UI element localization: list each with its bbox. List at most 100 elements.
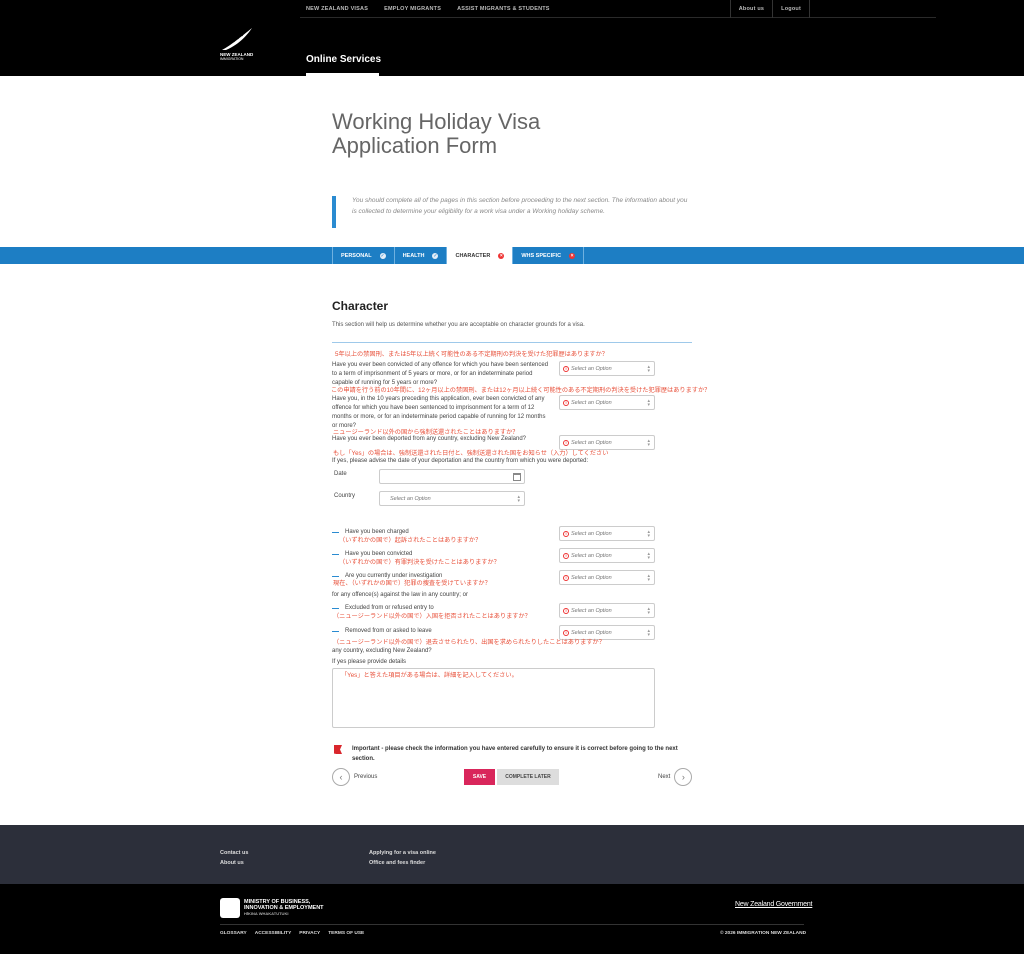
details-annotation: 「Yes」と答えた項目がある場合は、詳細を記入してください。 [341,672,518,679]
chevron-left-icon: ‹ [332,768,350,786]
dash-bullet [332,607,339,609]
footer-glossary[interactable]: GLOSSARY [220,931,247,936]
updown-arrow-icon: ▴ ▾ [647,551,650,561]
section-title: Character [332,299,389,313]
warning-icon: ! [563,365,569,372]
updown-arrow-icon: ▴ ▾ [647,606,650,616]
nz-government-logo[interactable]: New Zealand Government [735,901,813,908]
q2-annotation: この申請を行う前の10年間に、12ヶ月以上の禁固刑、または12ヶ月以上続く可能性… [331,387,711,394]
mbie-logo[interactable]: MINISTRY OF BUSINESS, INNOVATION & EMPLO… [220,898,324,918]
previous-button[interactable]: ‹ Previous [332,768,377,786]
deportation-date-input[interactable] [379,469,525,484]
nav-assist-migrants[interactable]: ASSIST MIGRANTS & STUDENTS [457,6,550,12]
q1-select[interactable]: ! Select an Option ▴ ▾ [559,361,655,376]
top-nav: NEW ZEALAND VISAS EMPLOY MIGRANTS ASSIST… [300,0,936,18]
date-label: Date [334,471,347,477]
footer-applying-online[interactable]: Applying for a visa online [369,850,436,856]
q2-select[interactable]: ! Select an Option ▴ ▾ [559,395,655,410]
footer-terms[interactable]: TERMS OF USE [328,931,364,936]
excluded-select[interactable]: ! Select an Option ▴ ▾ [559,603,655,618]
updown-arrow-icon: ▴ ▾ [517,494,520,504]
online-services-underline [306,73,379,76]
warning-icon: ! [563,530,569,537]
updown-arrow-icon: ▴ ▾ [647,438,650,448]
important-notice: Important - please check the information… [352,746,678,762]
details-label: If yes please provide details [332,659,407,665]
charged-annotation: （いずれかの国で）起訴されたことはありますか？ [339,537,482,544]
section-description: This section will help us determine whet… [332,322,585,328]
q3-follow-text: If yes, please advise the date of your d… [332,458,589,464]
site-header: NEW ZEALAND VISAS EMPLOY MIGRANTS ASSIST… [0,0,1024,76]
q1-annotation: 5年以上の禁固刑、または5年以上続く可能性のある不定期刑の判決を受けた犯罪歴はあ… [335,351,608,358]
excluded-annotation: （ニュージーランド以外の国で）入国を拒否されたことはありますか？ [333,613,531,620]
calendar-icon[interactable] [513,473,521,481]
footer-accessibility[interactable]: ACCESSIBILITY [255,931,292,936]
updown-arrow-icon: ▴ ▾ [647,628,650,638]
any-country-text: any country, excluding New Zealand? [332,648,432,654]
tab-health[interactable]: HEALTH ✓ [393,247,447,264]
chevron-right-icon: › [674,768,693,786]
error-icon: × [498,252,505,259]
complete-later-button[interactable]: COMPLETE LATER [497,769,559,785]
tab-personal[interactable]: PERSONAL ✓ [332,247,394,264]
dash-bullet [332,630,339,632]
excluded-label: Excluded from or refused entry to [332,605,434,611]
warning-icon: ! [563,399,569,406]
footer-office-fees[interactable]: Office and fees finder [369,860,425,866]
nav-logout[interactable]: Logout [772,0,810,18]
tab-character[interactable]: CHARACTER × [446,247,513,264]
q1-text: Have you ever been convicted of any offe… [332,362,549,386]
investigation-annotation: 現在、（いずれかの国で）犯罪の捜査を受けていますか？ [333,580,491,587]
q3-text: Have you ever been deported from any cou… [332,436,527,442]
footer-bottom [0,884,1024,954]
for-any-offence-text: for any offence(s) against the law in an… [332,592,468,598]
section-divider [332,342,692,343]
dash-bullet [332,531,339,533]
deportation-country-select[interactable]: Select an Option ▴ ▾ [379,491,525,506]
nav-about-us[interactable]: About us [729,0,772,18]
investigation-label: Are you currently under investigation [332,573,442,579]
page-title: Working Holiday Visa Application Form [332,109,541,158]
check-icon: ✓ [432,252,439,259]
convicted-label: Have you been convicted [332,551,412,557]
intro-text: You should complete all of the pages in … [332,196,692,228]
nav-employ-migrants[interactable]: EMPLOY MIGRANTS [384,6,441,12]
updown-arrow-icon: ▴ ▾ [647,529,650,539]
charged-label: Have you been charged [332,529,409,535]
warning-icon: ! [563,607,569,614]
footer-contact-us[interactable]: Contact us [220,850,248,856]
updown-arrow-icon: ▴ ▾ [647,573,650,583]
q2-text: Have you, in the 10 years preceding this… [332,396,546,429]
footer-divider [220,924,804,925]
removed-label: Removed from or asked to leave [332,628,432,634]
footer-bottom-links: GLOSSARY ACCESSIBILITY PRIVACY TERMS OF … [220,931,364,936]
dash-bullet [332,553,339,555]
investigation-select[interactable]: ! Select an Option ▴ ▾ [559,570,655,585]
nav-nz-visas[interactable]: NEW ZEALAND VISAS [306,6,368,12]
footer-privacy[interactable]: PRIVACY [299,931,320,936]
country-label: Country [334,493,356,499]
q3-select[interactable]: ! Select an Option ▴ ▾ [559,435,655,450]
updown-arrow-icon: ▴ ▾ [647,364,650,374]
error-icon: × [569,252,576,259]
charged-select[interactable]: ! Select an Option ▴ ▾ [559,526,655,541]
tab-whs-specific[interactable]: WHS SPECIFIC × [512,247,585,264]
convicted-select[interactable]: ! Select an Option ▴ ▾ [559,548,655,563]
details-textarea[interactable]: 「Yes」と答えた項目がある場合は、詳細を記入してください。 [332,668,655,728]
footer-links-area: Contact us About us Applying for a visa … [0,825,1024,884]
section-tabs-bar: PERSONAL ✓ HEALTH ✓ CHARACTER × WHS SPECIFI… [0,247,1024,264]
removed-select[interactable]: ! Select an Option ▴ ▾ [559,625,655,640]
updown-arrow-icon: ▴ ▾ [647,398,650,408]
next-button[interactable]: Next › [658,768,693,786]
dash-bullet [332,575,339,577]
online-services-title[interactable]: Online Services [306,54,381,65]
nz-crest-icon [220,898,240,918]
check-icon: ✓ [379,252,386,259]
logo-text: NEW ZEALAND IMMIGRATION [220,52,254,61]
warning-icon: ! [563,552,569,559]
save-button[interactable]: SAVE [464,769,495,785]
warning-icon: ! [563,629,569,636]
footer-about-us[interactable]: About us [220,860,244,866]
warning-icon: ! [563,574,569,581]
copyright-text: © 2026 IMMIGRATION NEW ZEALAND [720,931,807,936]
